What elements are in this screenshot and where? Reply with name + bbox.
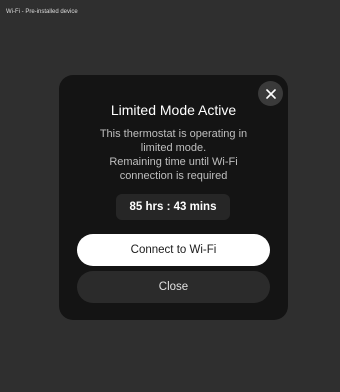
- close-button[interactable]: Close: [77, 271, 270, 303]
- message-line: connection is required: [119, 170, 228, 182]
- window-title: Wi-Fi - Pre-installed device: [6, 9, 78, 15]
- message-line: This thermostat is operating in: [99, 128, 248, 140]
- remaining-time-badge: 85 hrs : 43 mins: [116, 194, 230, 220]
- connect-wifi-button[interactable]: Connect to Wi-Fi: [77, 234, 270, 266]
- message-line: limited mode.: [140, 142, 207, 154]
- limited-mode-dialog: Limited Mode Active This thermostat is o…: [59, 75, 288, 320]
- dialog-message: This thermostat is operating in limited …: [71, 127, 276, 183]
- message-line: Remaining time until Wi-Fi: [109, 156, 238, 168]
- close-icon: [265, 88, 276, 99]
- dialog-title: Limited Mode Active: [110, 102, 237, 118]
